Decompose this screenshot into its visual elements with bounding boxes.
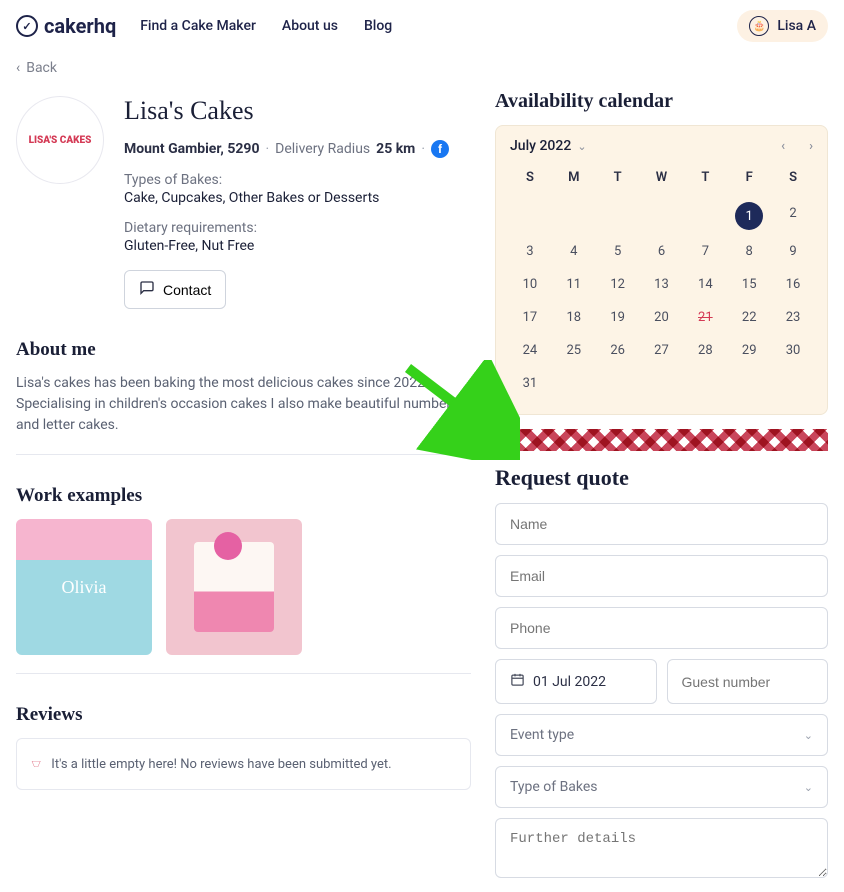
work-title: Work examples (16, 485, 471, 507)
calendar-day[interactable]: 4 (554, 237, 594, 266)
delivery-value: 25 km (376, 141, 415, 157)
calendar-day[interactable]: 18 (554, 303, 594, 332)
quote-title: Request quote (495, 465, 828, 491)
calendar-day (554, 199, 594, 233)
diet-value: Gluten-Free, Nut Free (124, 238, 449, 254)
calendar-day[interactable]: 23 (773, 303, 813, 332)
calendar-day[interactable]: 1 (729, 199, 769, 233)
calendar-day[interactable]: 25 (554, 336, 594, 365)
brand-name: cakerhq (44, 14, 116, 38)
calendar-day[interactable]: 19 (598, 303, 638, 332)
calendar-day[interactable]: 22 (729, 303, 769, 332)
calendar-day[interactable]: 24 (510, 336, 550, 365)
reviews-empty: 𓎺 It's a little empty here! No reviews h… (16, 738, 471, 790)
facebook-icon[interactable]: f (431, 140, 449, 158)
calendar-day[interactable]: 31 (510, 369, 550, 398)
calendar-day[interactable]: 6 (642, 237, 682, 266)
about-title: About me (16, 339, 471, 361)
work-example-image[interactable] (16, 519, 152, 655)
calendar-dow: F (729, 164, 769, 195)
calendar-dow: S (510, 164, 550, 195)
calendar-day[interactable]: 27 (642, 336, 682, 365)
calendar-day[interactable]: 17 (510, 303, 550, 332)
logo-mark-icon (16, 15, 38, 37)
name-input[interactable] (495, 503, 828, 545)
shop-location: Mount Gambier, 5290 (124, 141, 259, 157)
calendar-next[interactable]: › (809, 139, 813, 154)
calendar-day[interactable]: 15 (729, 270, 769, 299)
calendar-day[interactable]: 30 (773, 336, 813, 365)
calendar-day[interactable]: 26 (598, 336, 638, 365)
brand-logo[interactable]: cakerhq (16, 14, 116, 38)
reviews-title: Reviews (16, 704, 471, 726)
calendar-day (642, 199, 682, 233)
back-link[interactable]: ‹ Back (0, 52, 844, 84)
guest-number-input[interactable] (667, 659, 829, 704)
user-name: Lisa A (777, 18, 816, 34)
calendar-dow: M (554, 164, 594, 195)
nav-about[interactable]: About us (282, 18, 338, 34)
calendar-day[interactable]: 10 (510, 270, 550, 299)
calendar-day[interactable]: 2 (773, 199, 813, 233)
calendar-day[interactable]: 21 (685, 303, 725, 332)
calendar-dow: T (598, 164, 638, 195)
calendar-day[interactable]: 29 (729, 336, 769, 365)
email-input[interactable] (495, 555, 828, 597)
calendar-day[interactable]: 14 (685, 270, 725, 299)
calendar-day[interactable]: 28 (685, 336, 725, 365)
chat-icon (139, 280, 155, 299)
calendar-day (598, 199, 638, 233)
calendar-day[interactable]: 11 (554, 270, 594, 299)
calendar-month[interactable]: July 2022 (510, 138, 571, 154)
bakes-type-select[interactable]: Type of Bakes ⌄ (495, 766, 828, 808)
calendar-day[interactable]: 20 (642, 303, 682, 332)
shop-name: Lisa's Cakes (124, 96, 449, 126)
event-type-select[interactable]: Event type ⌄ (495, 714, 828, 756)
work-example-image[interactable] (166, 519, 302, 655)
calendar-day[interactable]: 9 (773, 237, 813, 266)
calendar-icon (510, 672, 525, 691)
whisk-icon: 𓎺 (31, 751, 41, 777)
calendar-dow: S (773, 164, 813, 195)
types-value: Cake, Cupcakes, Other Bakes or Desserts (124, 190, 449, 206)
calendar-day[interactable]: 12 (598, 270, 638, 299)
calendar-day[interactable]: 8 (729, 237, 769, 266)
calendar-day[interactable]: 7 (685, 237, 725, 266)
delivery-label: Delivery Radius (275, 141, 370, 157)
contact-button[interactable]: Contact (124, 270, 226, 309)
calendar-prev[interactable]: ‹ (781, 139, 785, 154)
calendar-day[interactable]: 13 (642, 270, 682, 299)
calendar-day[interactable]: 5 (598, 237, 638, 266)
cake-icon: 🎂 (749, 16, 769, 36)
calendar-day[interactable]: 3 (510, 237, 550, 266)
decorative-pattern (495, 429, 828, 451)
calendar-title: Availability calendar (495, 90, 828, 113)
calendar: July 2022 ⌄ ‹ › SMTWTFS12345678910111213… (495, 125, 828, 415)
nav-find[interactable]: Find a Cake Maker (140, 18, 256, 34)
calendar-day (510, 199, 550, 233)
nav-blog[interactable]: Blog (364, 18, 392, 34)
chevron-down-icon[interactable]: ⌄ (577, 140, 586, 153)
calendar-day (685, 199, 725, 233)
date-input[interactable]: 01 Jul 2022 (495, 659, 657, 704)
calendar-dow: T (685, 164, 725, 195)
about-text: Lisa's cakes has been baking the most de… (16, 373, 471, 436)
shop-logo: LISA'S CAKES (16, 96, 104, 184)
phone-input[interactable] (495, 607, 828, 649)
diet-label: Dietary requirements: (124, 220, 449, 236)
calendar-day[interactable]: 16 (773, 270, 813, 299)
details-input[interactable] (495, 818, 828, 878)
calendar-dow: W (642, 164, 682, 195)
chevron-down-icon: ⌄ (804, 781, 813, 794)
chevron-down-icon: ⌄ (804, 729, 813, 742)
types-label: Types of Bakes: (124, 172, 449, 188)
user-menu[interactable]: 🎂 Lisa A (737, 10, 828, 42)
chevron-left-icon: ‹ (16, 60, 20, 76)
